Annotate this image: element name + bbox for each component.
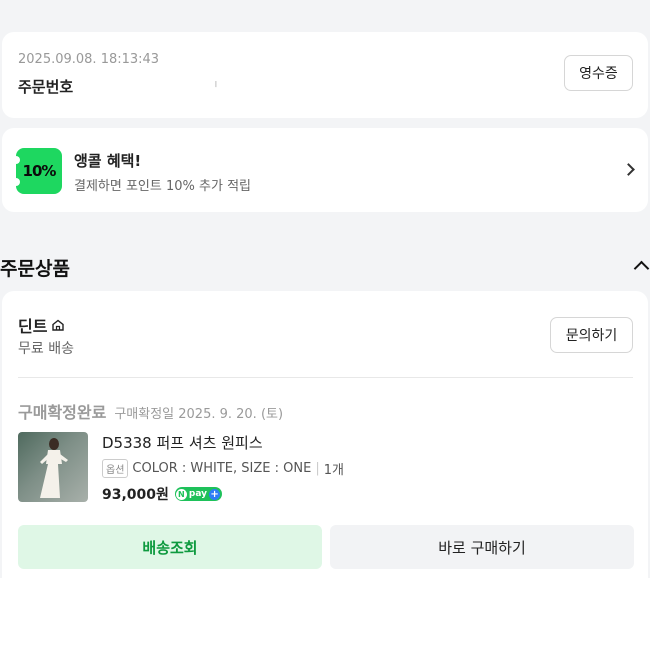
order-product-card: 딘트 무료 배송 문의하기 구매확정완료 구매확정일 2025. 9. 20. … — [2, 291, 648, 591]
plus-icon: + — [209, 488, 221, 500]
chevron-right-icon[interactable] — [622, 163, 635, 176]
benefit-description: 결제하면 포인트 10% 추가 적립 — [74, 179, 251, 194]
section-title: 주문상품 — [0, 258, 70, 280]
option-tag: 옵션 — [102, 459, 129, 478]
quantity: 1개 — [323, 463, 344, 478]
store-name[interactable]: 딘트 — [18, 313, 47, 337]
order-number-label: 주문번호 — [18, 78, 74, 96]
shipping-info: 무료 배송 — [18, 341, 74, 357]
product-option-row: 옵션 COLOR : WHITE, SIZE : ONE | 1개 — [102, 459, 344, 478]
price: 93,000원 — [102, 487, 169, 503]
price-row: 93,000원 N pay + — [102, 484, 223, 504]
order-number-value: ᅵ — [207, 80, 219, 94]
order-date: 2025.09.08. 18:13:43 — [18, 52, 160, 67]
confirm-date: 구매확정일 2025. 9. 20. (토) — [114, 407, 284, 422]
order-status-row: 구매확정완료 구매확정일 2025. 9. 20. (토) — [18, 399, 283, 423]
store-name-row[interactable]: 딘트 — [18, 313, 65, 337]
product-image — [40, 438, 68, 498]
home-icon — [52, 319, 65, 331]
product-thumbnail[interactable] — [18, 432, 88, 502]
benefit-badge: 10% — [12, 148, 62, 194]
divider — [18, 377, 633, 378]
benefit-title: 앵콜 혜택! — [74, 152, 142, 170]
option-separator: | — [315, 461, 320, 476]
option-text: COLOR : WHITE, SIZE : ONE — [132, 461, 312, 476]
npay-n-icon: N — [175, 488, 187, 500]
receipt-button[interactable]: 영수증 — [564, 55, 633, 91]
buy-again-button[interactable]: 바로 구매하기 — [330, 525, 634, 569]
order-info-card: 2025.09.08. 18:13:43 주문번호 ᅵ 영수증 — [2, 32, 648, 118]
npay-plus-badge: N pay + — [174, 487, 223, 501]
inquiry-button[interactable]: 문의하기 — [550, 317, 633, 353]
product-name[interactable]: D5338 퍼프 셔츠 원피스 — [102, 432, 263, 453]
order-status: 구매확정완료 — [18, 403, 107, 422]
benefit-card[interactable]: 10% 앵콜 혜택! 결제하면 포인트 10% 추가 적립 — [2, 128, 648, 212]
track-delivery-button[interactable]: 배송조회 — [18, 525, 322, 569]
npay-label: pay — [188, 489, 208, 499]
